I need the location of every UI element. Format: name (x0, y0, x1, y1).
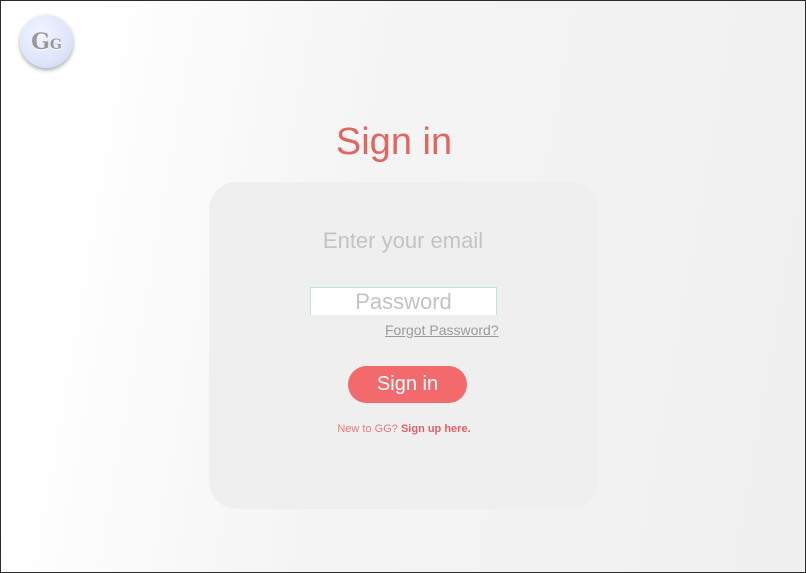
email-input[interactable] (263, 223, 543, 259)
logo-letter-large: G (31, 28, 50, 55)
logo-letter-small: G (49, 36, 62, 53)
password-input[interactable] (310, 287, 497, 315)
page-title: Sign in (335, 121, 453, 163)
signup-prompt: New to GG? (337, 423, 398, 435)
app-logo[interactable]: GG (20, 15, 73, 68)
signin-button[interactable]: Sign in (348, 366, 467, 403)
signup-line: New to GG? Sign up here. (1, 423, 806, 435)
signup-link[interactable]: Sign up here. (401, 423, 471, 435)
forgot-password-link[interactable]: Forgot Password? (385, 322, 499, 338)
